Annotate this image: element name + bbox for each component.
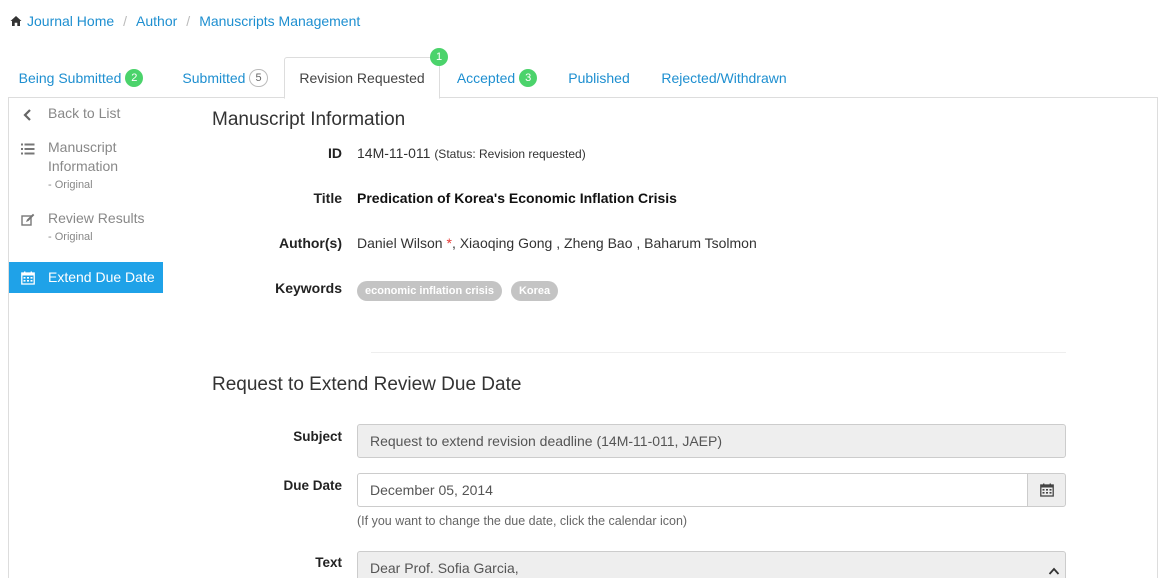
keywords-label: Keywords: [275, 280, 342, 296]
tab-label: Revision Requested: [299, 70, 425, 86]
title-label: Title: [313, 190, 342, 206]
id-label: ID: [328, 145, 342, 161]
section-divider: [371, 352, 1066, 353]
breadcrumb: Journal Home / Author / Manuscripts Mana…: [10, 11, 360, 31]
manuscript-title: Predication of Korea's Economic Inflatio…: [357, 190, 677, 206]
tab-revision-requested[interactable]: Revision Requested 1: [284, 48, 448, 99]
edit-icon: [21, 213, 35, 226]
message-text-area[interactable]: Dear Prof. Sofia Garcia,: [357, 551, 1066, 578]
tab-label: Being Submitted: [18, 69, 122, 86]
due-date-help-text: (If you want to change the due date, cli…: [357, 514, 688, 528]
authors-row: Daniel Wilson *, Xiaoqing Gong , Zheng B…: [357, 235, 757, 251]
keywords-list: economic inflation crisis Korea: [357, 281, 567, 301]
tab-label: Submitted: [182, 69, 246, 86]
count-badge: 5: [249, 68, 268, 87]
breadcrumb-separator: /: [123, 13, 128, 29]
breadcrumb-author-link[interactable]: Author: [136, 13, 177, 29]
id-value-row: 14M-11-011 (Status: Revision requested): [357, 145, 586, 161]
tab-label: Rejected/Withdrawn: [661, 69, 787, 86]
chevron-up-icon[interactable]: [1048, 566, 1060, 576]
sidebar-item-back-to-list[interactable]: Back to List: [9, 104, 163, 132]
home-icon: [10, 16, 22, 26]
sidebar-item-label: Back to List: [48, 105, 121, 121]
tab-submitted[interactable]: Submitted 5: [172, 57, 278, 98]
keyword-tag: economic inflation crisis: [357, 281, 502, 301]
chevron-left-icon: [23, 109, 31, 121]
other-authors: , Xiaoqing Gong , Zheng Bao , Baharum Ts…: [451, 235, 757, 251]
manuscript-status-tabs: Being Submitted 2 Submitted 5 Revision R…: [8, 48, 1158, 99]
text-label: Text: [315, 555, 342, 570]
author-name: Daniel Wilson: [357, 235, 443, 251]
tab-being-submitted[interactable]: Being Submitted 2: [8, 57, 154, 98]
subject-label: Subject: [293, 429, 342, 444]
due-date-label: Due Date: [283, 478, 342, 493]
breadcrumb-manuscripts-link[interactable]: Manuscripts Management: [199, 13, 360, 29]
sidebar-item-label: Review Results: [48, 210, 145, 226]
calendar-button[interactable]: [1027, 473, 1066, 507]
manuscript-id: 14M-11-011: [357, 145, 431, 161]
tab-published[interactable]: Published: [560, 57, 638, 98]
count-badge: 2: [125, 68, 144, 87]
tab-rejected-withdrawn[interactable]: Rejected/Withdrawn: [656, 57, 792, 98]
manuscript-info-heading: Manuscript Information: [212, 109, 406, 130]
calendar-icon: [1039, 483, 1054, 497]
breadcrumb-separator: /: [186, 13, 191, 29]
count-badge: 3: [519, 68, 538, 87]
breadcrumb-home-link[interactable]: Journal Home: [27, 13, 114, 29]
keyword-tag: Korea: [510, 281, 559, 301]
tab-label: Published: [568, 69, 630, 86]
tab-accepted[interactable]: Accepted 3: [448, 57, 546, 98]
due-date-field[interactable]: December 05, 2014: [357, 473, 1028, 507]
subject-field[interactable]: Request to extend revision deadline (14M…: [357, 424, 1066, 458]
extend-due-date-heading: Request to Extend Review Due Date: [212, 374, 522, 395]
manuscript-status: (Status: Revision requested): [434, 147, 586, 161]
count-badge: 1: [430, 48, 448, 66]
tab-label: Accepted: [456, 69, 516, 86]
authors-label: Author(s): [279, 235, 342, 251]
